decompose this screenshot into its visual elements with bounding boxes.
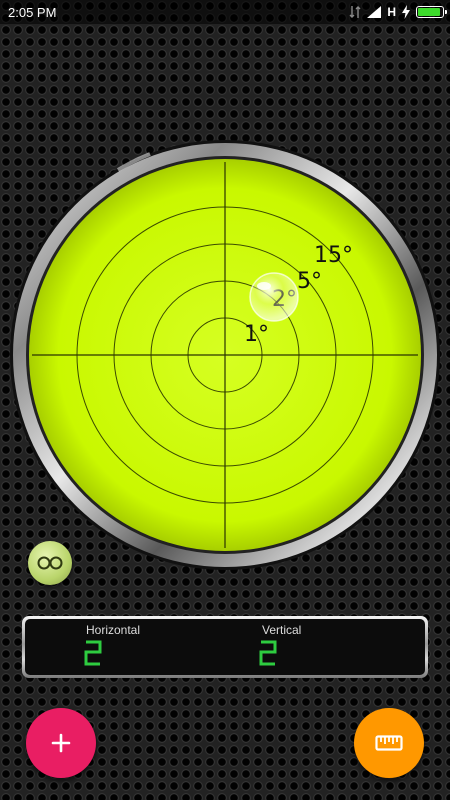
bubble-body: [249, 272, 299, 322]
ring-label-5: 5°: [297, 269, 322, 294]
readout-display: Horizontal 2 Vertical 2: [25, 619, 425, 675]
network-type: H: [387, 5, 396, 19]
ruler-icon: [375, 735, 403, 751]
data-transfer-icon: [349, 5, 361, 19]
bubble-level: 1° 2° 5° 15°: [10, 140, 440, 570]
charging-icon: [402, 5, 410, 19]
calibrate-button[interactable]: [354, 708, 424, 778]
glasses-icon: [37, 556, 63, 570]
add-button[interactable]: [26, 708, 96, 778]
vertical-value-digit: [259, 640, 277, 666]
status-bar: 2:05 PM H: [0, 0, 450, 24]
bubble-highlight: [257, 282, 271, 290]
ring-label-1: 1°: [244, 322, 269, 347]
battery-icon: [416, 6, 447, 18]
battery-fill: [418, 8, 440, 16]
horizontal-value-digit: [84, 640, 102, 666]
signal-icon: [367, 6, 382, 18]
view-toggle-button[interactable]: [28, 541, 72, 585]
vertical-label: Vertical: [262, 623, 302, 637]
ring-label-15: 15°: [314, 243, 353, 268]
angle-readout-panel: Horizontal 2 Vertical 2: [22, 616, 428, 678]
status-icons: H: [349, 5, 447, 19]
level-bubble: [249, 272, 299, 322]
horizontal-label: Horizontal: [86, 623, 141, 637]
plus-icon: [51, 733, 71, 753]
status-time: 2:05 PM: [8, 4, 57, 20]
